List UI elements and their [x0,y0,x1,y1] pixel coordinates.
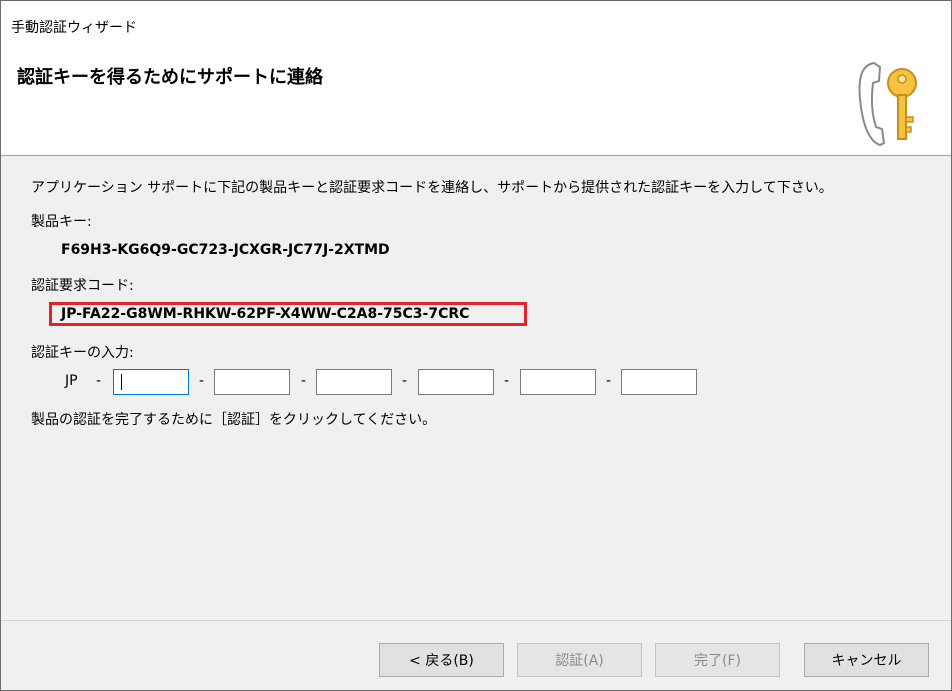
activate-button[interactable]: 認証(A) [517,643,642,677]
auth-key-field-5[interactable] [520,369,596,395]
auth-key-field-1[interactable] [113,369,189,395]
cancel-button[interactable]: キャンセル [804,643,929,677]
manual-activation-wizard-window: 手動認証ウィザード 認証キーを得るためにサポートに連絡 アプリケーション サポー… [0,0,952,691]
separator: - [96,373,102,389]
wizard-header: 手動認証ウィザード 認証キーを得るためにサポートに連絡 [1,1,951,156]
instruction-text: アプリケーション サポートに下記の製品キーと認証要求コードを連絡し、サポートから… [31,180,833,196]
product-key-value: F69H3-KG6Q9-GC723-JCXGR-JC77J-2XTMD [61,242,390,258]
phone-key-icon [858,61,917,147]
separator: - [606,373,612,389]
window-title: 手動認証ウィザード [11,20,137,36]
auth-key-field-3[interactable] [316,369,392,395]
finish-button[interactable]: 完了(F) [655,643,780,677]
auth-key-field-4[interactable] [418,369,494,395]
complete-note: 製品の認証を完了するために［認証］をクリックしてください。 [31,412,437,428]
auth-key-field-6[interactable] [621,369,697,395]
product-key-label: 製品キー: [31,214,92,230]
auth-key-field-2[interactable] [214,369,290,395]
back-button[interactable]: < 戻る(B) [379,643,504,677]
separator: - [301,373,307,389]
footer-divider [1,620,951,621]
request-code-value: JP-FA22-G8WM-RHKW-62PF-X4WW-C2A8-75C3-7C… [61,306,470,322]
auth-key-prefix: JP [65,373,78,389]
separator: - [402,373,408,389]
separator: - [199,373,205,389]
page-heading: 認証キーを得るためにサポートに連絡 [17,67,323,88]
text-caret [121,374,122,390]
separator: - [504,373,510,389]
auth-key-label: 認証キーの入力: [31,345,134,361]
request-code-label: 認証要求コード: [31,278,134,294]
